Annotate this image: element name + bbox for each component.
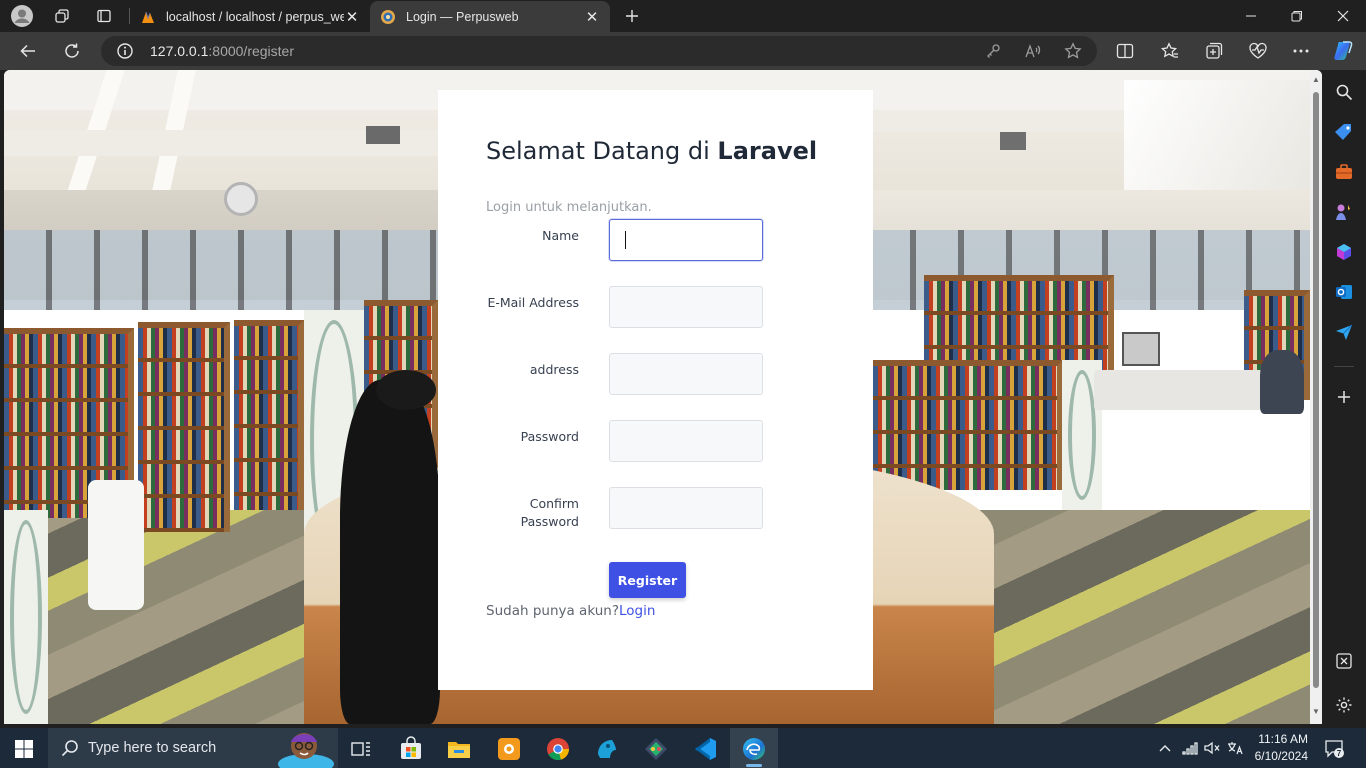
confirm-password-label: Confirm Password [520, 496, 579, 529]
collections-icon[interactable] [1203, 41, 1225, 61]
close-tab-icon[interactable]: ✕ [584, 8, 600, 26]
page-viewport: ▲ ▼ Selamat Datang di Laravel Login untu… [4, 70, 1322, 724]
address-label: address [529, 362, 579, 377]
url-host: 127.0.0.1 [150, 43, 209, 59]
network-icon[interactable] [1181, 740, 1199, 756]
confirm-password-input[interactable] [609, 487, 763, 529]
login-prompt-text: Sudah punya akun? [486, 603, 620, 619]
git-client-icon[interactable] [643, 736, 669, 762]
clock-date: 6/10/2024 [1254, 749, 1308, 763]
search-icon[interactable] [1333, 81, 1355, 103]
split-screen-icon[interactable] [1114, 41, 1136, 61]
edge-icon [743, 738, 765, 760]
search-highlight-illustration-icon [278, 733, 334, 768]
name-label: Name [542, 228, 579, 243]
site-info-icon[interactable] [116, 43, 134, 59]
scroll-up-icon[interactable]: ▲ [1312, 76, 1320, 84]
email-label: E-Mail Address [487, 295, 579, 310]
subtitle: Login untuk melanjutkan. [486, 200, 652, 215]
read-aloud-icon[interactable] [1022, 41, 1044, 61]
file-explorer-icon[interactable] [446, 736, 472, 762]
back-icon[interactable] [13, 37, 43, 65]
scrollbar-thumb[interactable] [1313, 92, 1319, 688]
name-input[interactable] [609, 219, 763, 261]
login-prompt: Sudah punya akun?Login [486, 603, 655, 619]
search-icon [61, 740, 78, 757]
workspaces-icon[interactable] [48, 4, 76, 28]
browser-tab-bar: localhost / localhost / perpus_web ✕ Log… [0, 0, 1366, 32]
email-input[interactable] [609, 286, 763, 328]
tab-actions-icon[interactable] [90, 4, 118, 28]
password-key-icon[interactable] [982, 41, 1004, 61]
task-view-icon[interactable] [348, 736, 374, 762]
taskbar-search[interactable]: Type here to search [48, 728, 338, 768]
system-clock[interactable]: 11:16 AM 6/10/2024 [1246, 731, 1308, 765]
url-path: :8000/register [208, 43, 294, 59]
windows-start-icon[interactable] [14, 739, 34, 759]
input-method-icon[interactable] [1226, 740, 1244, 756]
vscode-icon[interactable] [692, 736, 718, 762]
browser-toolbar: 127.0.0.1:8000/register [0, 32, 1366, 70]
brand-name: Laravel [717, 137, 818, 165]
perpusweb-favicon-icon [381, 9, 395, 24]
add-sidebar-app-icon[interactable] [1333, 386, 1355, 408]
shopping-tag-icon[interactable] [1333, 121, 1355, 143]
notification-center-icon[interactable]: 7 [1324, 738, 1344, 758]
favorites-icon[interactable] [1159, 41, 1181, 61]
clock-time: 11:16 AM [1258, 732, 1308, 746]
show-hidden-icons-icon[interactable] [1156, 740, 1174, 756]
more-menu-icon[interactable] [1290, 41, 1312, 61]
register-card: Selamat Datang di Laravel Login untuk me… [438, 90, 873, 690]
url-text[interactable]: 127.0.0.1:8000/register [150, 43, 294, 59]
restore-icon[interactable] [1274, 0, 1320, 32]
page-scrollbar[interactable]: ▲ ▼ [1310, 70, 1322, 724]
chrome-icon[interactable] [545, 736, 571, 762]
copilot-icon[interactable] [1332, 39, 1356, 63]
media-app-icon[interactable] [496, 736, 522, 762]
windows-taskbar: Type here to search 11:16 AM 6/10/2024 7 [0, 728, 1366, 768]
scroll-down-icon[interactable]: ▼ [1312, 708, 1320, 716]
person-silhouette [340, 380, 440, 724]
tab-title: Login — Perpusweb [406, 9, 519, 24]
microsoft-store-icon[interactable] [398, 736, 424, 762]
notification-count: 7 [1337, 749, 1342, 758]
browser-essentials-icon[interactable] [1247, 41, 1269, 61]
send-icon[interactable] [1333, 321, 1355, 343]
page-title: Selamat Datang di Laravel [486, 137, 817, 165]
minimize-icon[interactable] [1228, 0, 1274, 32]
new-tab-icon[interactable] [618, 4, 646, 28]
search-placeholder: Type here to search [88, 740, 217, 756]
outlook-icon[interactable] [1333, 281, 1355, 303]
mysql-workbench-icon[interactable] [594, 736, 620, 762]
register-button[interactable]: Register [609, 562, 686, 598]
screenshot-icon[interactable] [1333, 650, 1355, 672]
greeting-text: Selamat Datang di [486, 137, 718, 165]
edge-taskbar-button[interactable] [730, 728, 778, 768]
tab-perpusweb[interactable]: Login — Perpusweb ✕ [370, 1, 610, 32]
close-tab-icon[interactable]: ✕ [344, 8, 360, 26]
text-caret [625, 231, 626, 249]
microsoft-365-icon[interactable] [1333, 241, 1355, 263]
volume-muted-icon[interactable] [1203, 740, 1221, 756]
games-icon[interactable] [1333, 201, 1355, 223]
password-input[interactable] [609, 420, 763, 462]
refresh-icon[interactable] [57, 37, 87, 65]
settings-gear-icon[interactable] [1333, 694, 1355, 716]
password-label: Password [520, 429, 579, 444]
phpmyadmin-favicon-icon [142, 11, 154, 23]
tab-phpmyadmin[interactable]: localhost / localhost / perpus_web ✕ [130, 1, 370, 32]
login-link[interactable]: Login [619, 603, 655, 619]
tools-briefcase-icon[interactable] [1333, 161, 1355, 183]
profile-icon[interactable] [8, 4, 36, 28]
address-input[interactable] [609, 353, 763, 395]
address-bar[interactable]: 127.0.0.1:8000/register [101, 36, 1097, 66]
favorite-star-icon[interactable] [1062, 41, 1084, 61]
tab-title: localhost / localhost / perpus_web [166, 9, 344, 24]
edge-sidebar [1322, 70, 1366, 724]
close-window-icon[interactable] [1320, 0, 1366, 32]
